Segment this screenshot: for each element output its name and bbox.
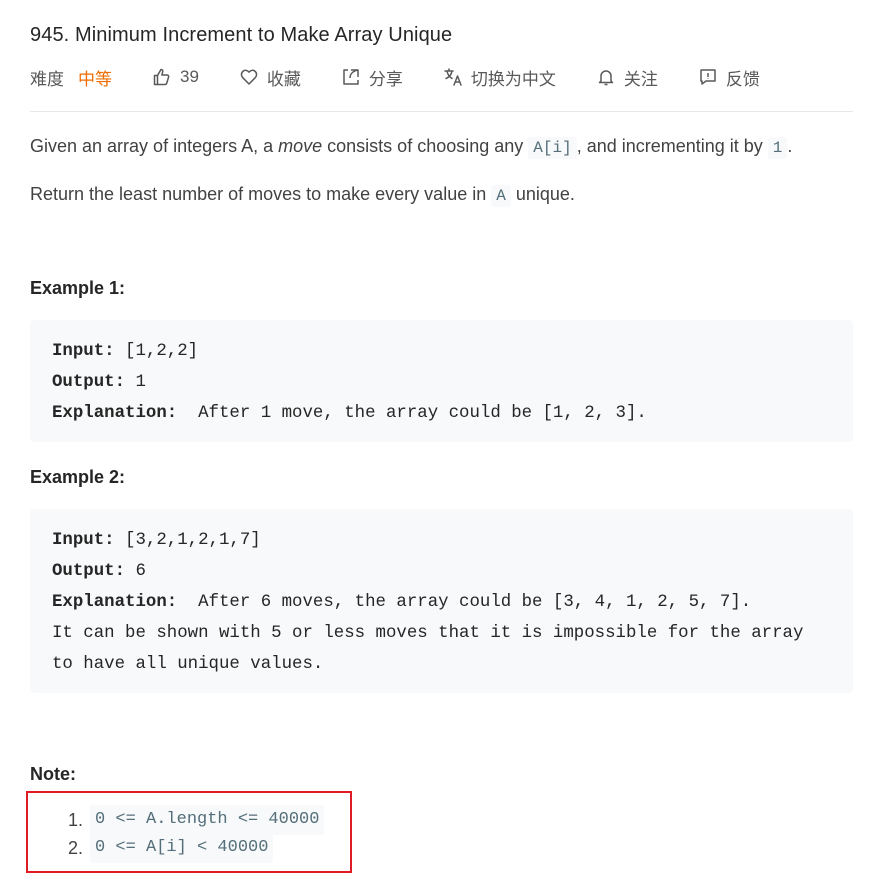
- difficulty-label: 难度: [30, 69, 64, 89]
- output-value: 6: [125, 562, 146, 581]
- constraint-code: 0 <= A[i] < 40000: [90, 833, 274, 863]
- note-heading: Note:: [30, 764, 76, 784]
- share-label: 分享: [368, 69, 403, 89]
- problem-toolbar: 难度 中等 39 收藏 分享 切换为中文 关注 反馈: [30, 64, 853, 90]
- constraint-code: 0 <= A.length <= 40000: [90, 805, 325, 835]
- feedback-label: 反馈: [725, 69, 760, 89]
- explanation-value: After 6 moves, the array could be [3, 4,…: [177, 593, 752, 612]
- explanation-value: After 1 move, the array could be [1, 2, …: [177, 404, 647, 423]
- text: Return the least number of moves to make…: [30, 184, 492, 204]
- problem-title: 945. Minimum Increment to Make Array Uni…: [30, 24, 453, 46]
- explanation-label: Explanation:: [52, 404, 178, 423]
- bell-icon: [596, 67, 616, 87]
- inline-code: A: [491, 185, 511, 207]
- note-list: 1. 0 <= A.length <= 40000 2. 0 <= A[i] <…: [68, 805, 325, 863]
- output-value: 1: [125, 373, 146, 392]
- text: consists of choosing any: [322, 136, 529, 156]
- difficulty-value: 中等: [78, 69, 112, 89]
- like-button[interactable]: 39: [152, 67, 199, 87]
- feedback-button[interactable]: 反馈: [698, 65, 760, 90]
- text: Given an array of integers A, a: [30, 136, 279, 156]
- translate-button[interactable]: 切换为中文: [443, 65, 556, 90]
- input-label: Input:: [52, 531, 115, 550]
- emphasis-move: move: [278, 136, 323, 156]
- difficulty: 难度 中等: [30, 65, 112, 90]
- like-count: 39: [180, 67, 199, 86]
- description-paragraph-1: Given an array of integers A, a move con…: [30, 133, 792, 161]
- text: , and incrementing it by: [576, 136, 768, 156]
- divider: [30, 111, 853, 112]
- thumbs-up-icon: [152, 67, 172, 87]
- input-value: [3,2,1,2,1,7]: [114, 531, 261, 550]
- list-number: 1.: [68, 810, 84, 830]
- follow-label: 关注: [623, 69, 658, 89]
- inline-code: 1: [767, 137, 788, 159]
- translate-label: 切换为中文: [470, 69, 556, 89]
- share-icon: [341, 67, 361, 87]
- output-label: Output:: [52, 562, 126, 581]
- description-paragraph-2: Return the least number of moves to make…: [30, 181, 575, 209]
- list-item: 1. 0 <= A.length <= 40000: [68, 805, 325, 835]
- follow-button[interactable]: 关注: [596, 65, 658, 90]
- inline-code: A[i]: [528, 137, 577, 159]
- list-item: 2. 0 <= A[i] < 40000: [68, 833, 324, 863]
- example-2-heading: Example 2:: [30, 467, 126, 487]
- feedback-icon: [698, 67, 718, 87]
- heart-icon: [239, 67, 259, 87]
- example-2-code-block: Input: [3,2,1,2,1,7] Output: 6 Explanati…: [30, 509, 853, 693]
- explanation-line: to have all unique values.: [52, 655, 324, 674]
- input-value: [1,2,2]: [114, 342, 199, 361]
- favorite-button[interactable]: 收藏: [239, 65, 301, 90]
- output-label: Output:: [52, 373, 126, 392]
- explanation-label: Explanation:: [52, 593, 178, 612]
- translate-icon: [443, 67, 463, 87]
- example-1-code-block: Input: [1,2,2] Output: 1 Explanation: Af…: [30, 320, 853, 442]
- example-1-heading: Example 1:: [30, 278, 126, 298]
- text: unique.: [510, 184, 575, 204]
- explanation-line: It can be shown with 5 or less moves tha…: [52, 624, 804, 643]
- input-label: Input:: [52, 342, 115, 361]
- favorite-label: 收藏: [266, 69, 301, 89]
- list-number: 2.: [68, 838, 84, 858]
- share-button[interactable]: 分享: [341, 65, 403, 90]
- text: .: [787, 136, 793, 156]
